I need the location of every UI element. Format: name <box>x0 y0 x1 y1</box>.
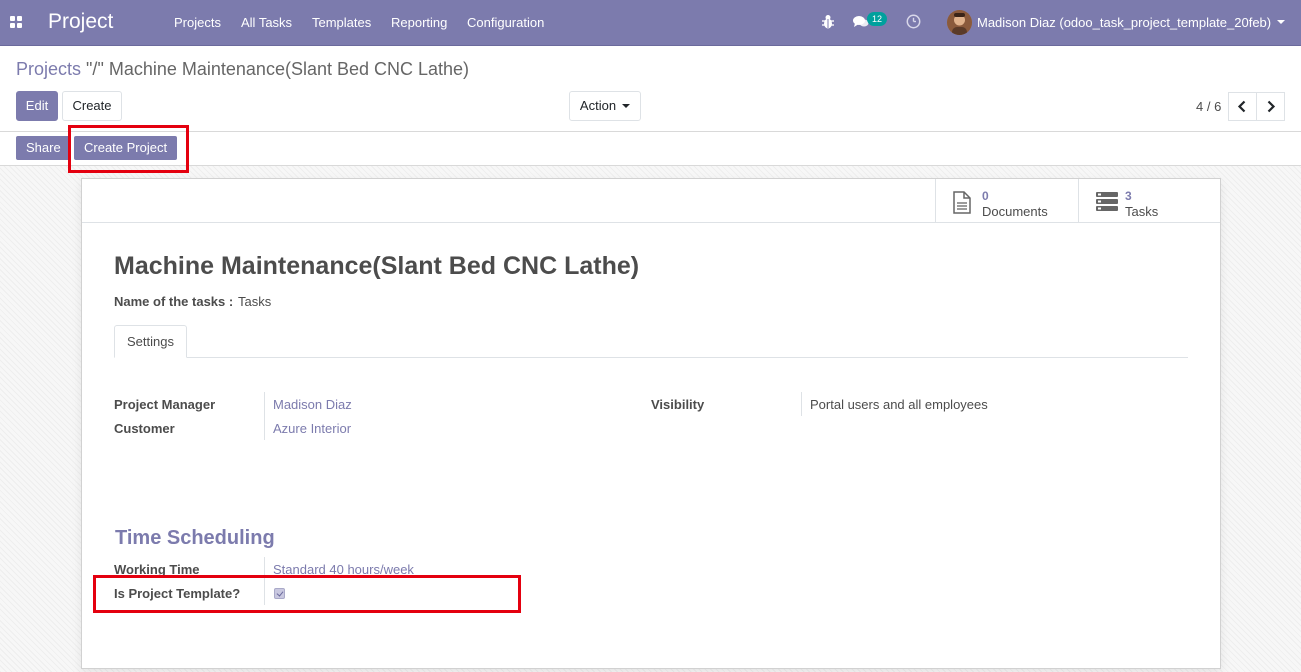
action-label: Action <box>579 98 617 113</box>
caret-down-icon <box>622 103 631 108</box>
breadcrumb-projects[interactable]: Projects <box>16 59 81 79</box>
avatar[interactable] <box>947 10 972 35</box>
user-menu[interactable]: Madison Diaz (odoo_task_project_template… <box>977 15 1271 30</box>
action-dropdown[interactable]: Action <box>569 91 641 121</box>
menu-configuration[interactable]: Configuration <box>467 15 544 30</box>
statusbar: Share Create Project <box>0 132 1301 166</box>
tasks-label: Tasks <box>1125 204 1159 219</box>
project-manager-label: Project Manager <box>114 397 216 412</box>
tasks-name-label: Name of the tasks : <box>114 294 234 309</box>
record-title: Machine Maintenance(Slant Bed CNC Lathe) <box>114 252 640 280</box>
caret-down-icon[interactable] <box>1277 20 1285 24</box>
app-title[interactable]: Project <box>48 10 113 34</box>
visibility-value[interactable]: Portal users and all employees <box>810 397 988 412</box>
tasks-smart-button[interactable]: 3 Tasks <box>1078 179 1221 223</box>
tabs-divider <box>114 357 1188 358</box>
field-separator <box>264 581 265 605</box>
is-project-template-label: Is Project Template? <box>114 586 241 601</box>
menu-all-tasks[interactable]: All Tasks <box>241 15 292 30</box>
chevron-left-icon <box>1237 100 1246 113</box>
time-scheduling-title: Time Scheduling <box>115 527 275 549</box>
create-project-button[interactable]: Create Project <box>74 136 178 160</box>
customer-label: Customer <box>114 421 175 436</box>
documents-smart-button[interactable]: 0 Documents <box>935 179 1078 223</box>
menu-reporting[interactable]: Reporting <box>391 15 447 30</box>
tab-settings[interactable]: Settings <box>114 325 187 358</box>
breadcrumb-current: Machine Maintenance(Slant Bed CNC Lathe) <box>108 59 470 79</box>
is-project-template-checkbox[interactable] <box>274 588 285 599</box>
share-button[interactable]: Share <box>16 136 71 160</box>
field-separator <box>264 416 265 440</box>
menu-templates[interactable]: Templates <box>312 15 371 30</box>
smart-button-box: 0 Documents 3 Tasks <box>82 179 1220 223</box>
edit-button[interactable]: Edit <box>16 91 58 121</box>
breadcrumb: Projects "/" Machine Maintenance(Slant B… <box>16 59 469 80</box>
pager-next-button[interactable] <box>1256 92 1285 121</box>
visibility-label: Visibility <box>651 397 705 412</box>
working-time-value[interactable]: Standard 40 hours/week <box>273 562 414 577</box>
apps-icon[interactable] <box>10 16 23 29</box>
chevron-right-icon <box>1267 100 1276 113</box>
bug-icon[interactable] <box>821 14 835 30</box>
tasks-name-value[interactable]: Tasks <box>238 294 271 309</box>
field-separator <box>264 392 265 416</box>
documents-count: 0 <box>982 189 989 203</box>
form-sheet: 0 Documents 3 Tasks Machine Maintenance(… <box>81 178 1221 669</box>
project-manager-value[interactable]: Madison Diaz <box>273 397 352 412</box>
tasks-count: 3 <box>1125 189 1132 203</box>
field-separator <box>264 557 265 581</box>
documents-label: Documents <box>982 204 1048 219</box>
pager-value: 4 / 6 <box>1196 99 1222 114</box>
working-time-label: Working Time <box>114 562 200 577</box>
pager-previous-button[interactable] <box>1228 92 1257 121</box>
top-navbar: Project Projects All Tasks Templates Rep… <box>0 0 1301 46</box>
menu-projects[interactable]: Projects <box>174 15 221 30</box>
tasks-icon <box>1096 192 1118 211</box>
messages-count-badge: 12 <box>867 12 887 26</box>
clock-icon[interactable] <box>906 14 921 29</box>
field-separator <box>801 392 802 416</box>
create-button[interactable]: Create <box>62 91 122 121</box>
document-icon <box>953 191 971 214</box>
breadcrumb-separator: "/" <box>86 59 104 79</box>
customer-value[interactable]: Azure Interior <box>273 421 351 436</box>
